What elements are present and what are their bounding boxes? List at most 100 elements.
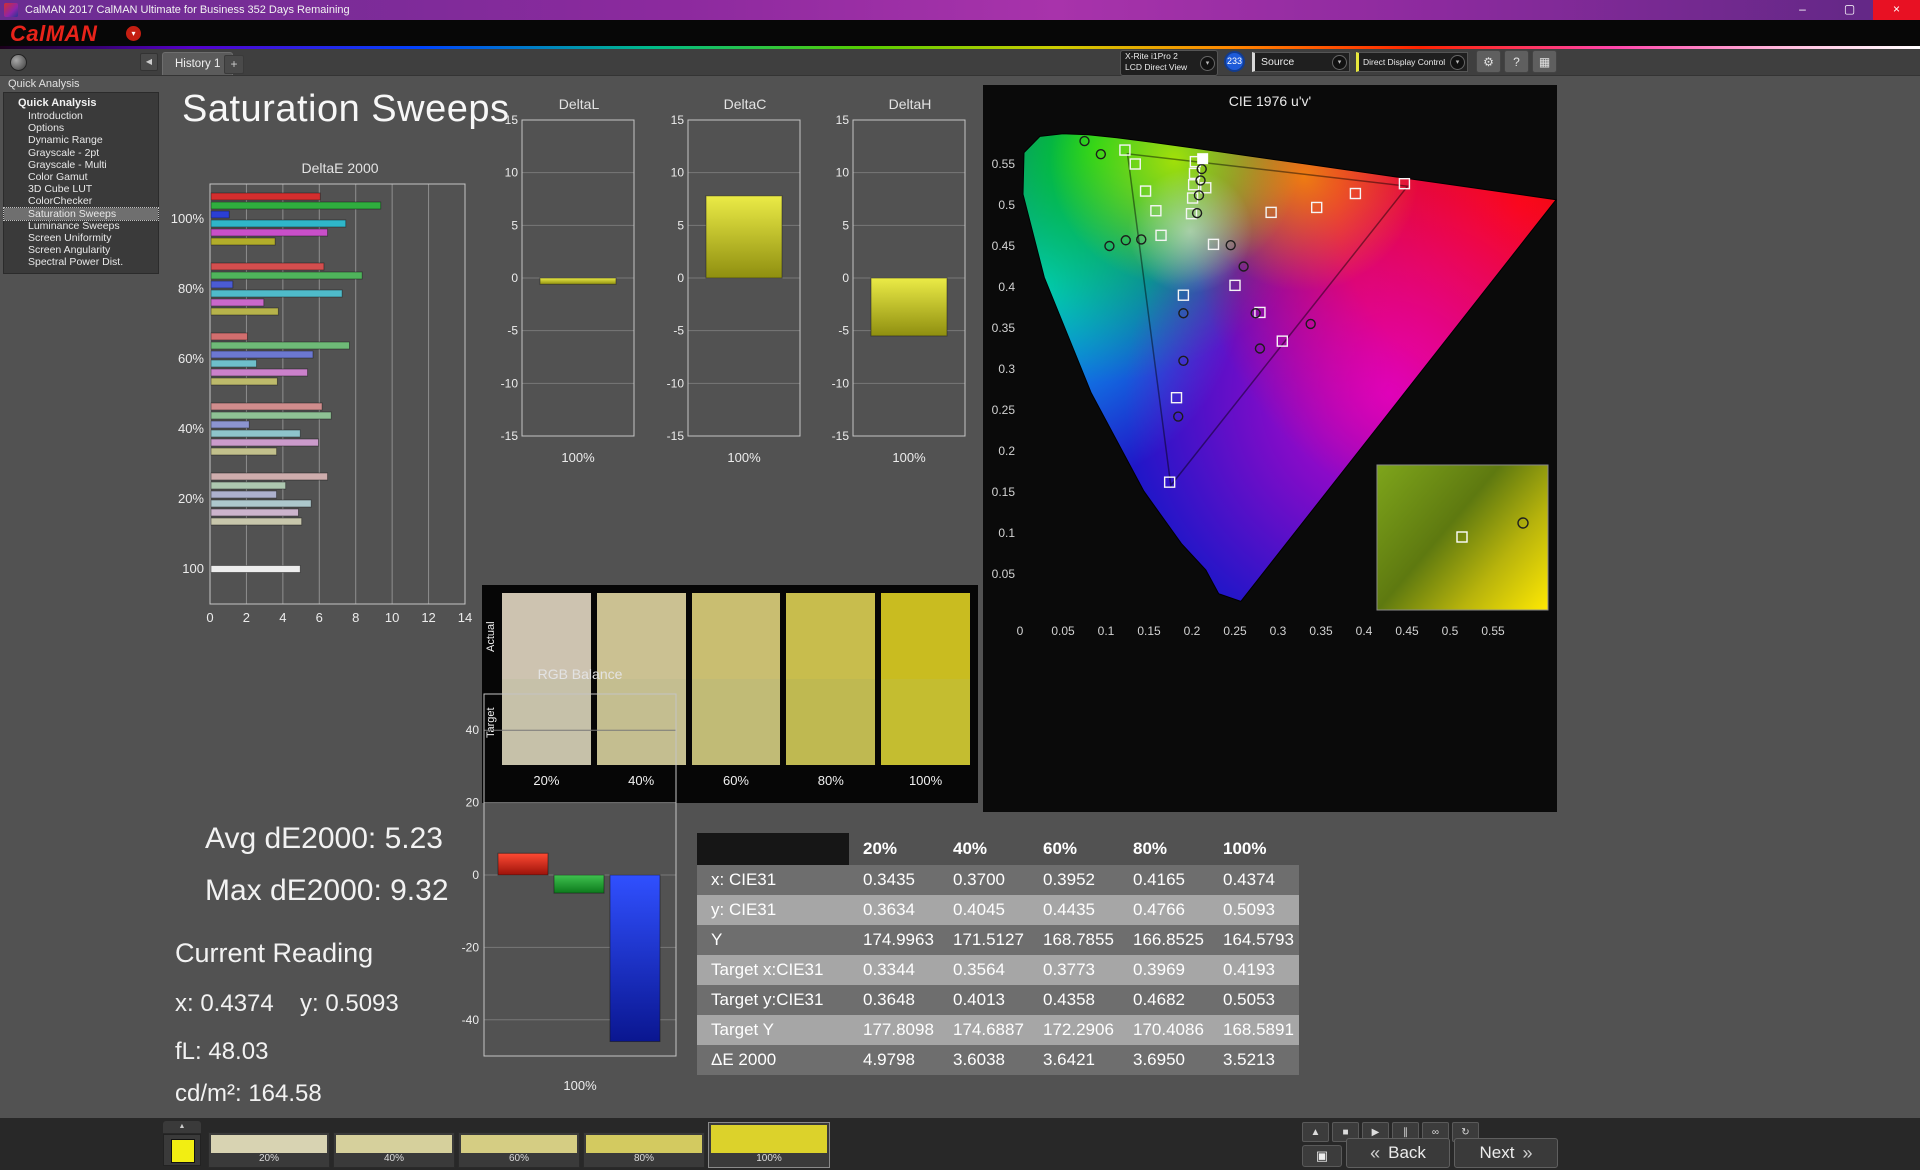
de-bar-magenta-40 (211, 439, 318, 446)
sidebar-item-color-gamut[interactable]: Color Gamut (4, 171, 158, 183)
analysis-tree: Quick AnalysisIntroductionOptionsDynamic… (3, 92, 159, 274)
window-controls: – ▢ × (1779, 0, 1920, 20)
sidebar-collapse-button[interactable]: ◀ (140, 53, 158, 71)
pattern-swatch-80[interactable]: 80% (583, 1132, 705, 1168)
cell: 0.5053 (1209, 985, 1299, 1015)
de-bar-yellow-60 (211, 378, 277, 385)
svg-text:2: 2 (243, 610, 250, 625)
sidebar-item-introduction[interactable]: Introduction (4, 110, 158, 122)
svg-text:6: 6 (316, 610, 323, 625)
pattern-window-button[interactable]: ▣ (1302, 1145, 1342, 1167)
transport-eject-button[interactable]: ▲ (1302, 1122, 1329, 1142)
workspace-button[interactable]: ▦ (1532, 50, 1557, 73)
current-pattern-button[interactable] (163, 1134, 201, 1166)
col-header-80: 80% (1119, 833, 1209, 865)
tab-history-1[interactable]: History 1 (162, 52, 233, 75)
cell: 0.4193 (1209, 955, 1299, 985)
delta-c-chart: 151050-5-10-15100% (658, 114, 808, 471)
table-row-target-y-cie31: Target y:CIE310.36480.40130.43580.46820.… (697, 985, 1299, 1015)
measurement-table: 20%40%60%80%100%x: CIE310.34350.37000.39… (697, 833, 1299, 1075)
cell: 3.6038 (939, 1045, 1029, 1075)
sidebar-item-3d-cube-lut[interactable]: 3D Cube LUT (4, 183, 158, 195)
add-tab-button[interactable]: + (224, 55, 244, 74)
cell: 0.3773 (1029, 955, 1119, 985)
svg-text:0.55: 0.55 (1481, 624, 1505, 638)
cie-chart-title: CIE 1976 u'v' (983, 93, 1557, 109)
de-bar-red-40 (211, 403, 322, 410)
de-bar-green-20 (211, 482, 286, 489)
svg-text:0.4: 0.4 (998, 280, 1015, 294)
status-orb-icon[interactable] (10, 54, 27, 71)
back-button[interactable]: « Back (1346, 1138, 1450, 1168)
swatch-target-60 (692, 679, 781, 765)
sidebar-item-screen-angularity[interactable]: Screen Angularity (4, 244, 158, 256)
de-bar-yellow-40 (211, 448, 277, 455)
maximize-button[interactable]: ▢ (1826, 0, 1873, 20)
next-button[interactable]: Next » (1454, 1138, 1558, 1168)
svg-text:15: 15 (836, 114, 850, 127)
delta_c-bar (706, 196, 782, 278)
svg-text:100%: 100% (171, 211, 205, 226)
svg-text:0.05: 0.05 (992, 567, 1016, 581)
pattern-swatch-label: 60% (461, 1153, 577, 1165)
calman-logo[interactable]: CalMAN (10, 21, 97, 47)
sidebar-item-options[interactable]: Options (4, 122, 158, 134)
swatch-column-100: 100% (881, 593, 970, 799)
svg-text:0: 0 (472, 868, 479, 882)
de-bar-blue-100 (211, 211, 229, 218)
de-bar-blue-60 (211, 351, 313, 358)
pattern-swatch-20[interactable]: 20% (208, 1132, 330, 1168)
svg-text:10: 10 (385, 610, 399, 625)
pattern-swatch-40[interactable]: 40% (333, 1132, 455, 1168)
col-header-60: 60% (1029, 833, 1119, 865)
rgb-bar-red (498, 853, 548, 875)
svg-text:0.1: 0.1 (998, 526, 1015, 540)
de-bar-green-40 (211, 412, 331, 419)
source-select[interactable]: Source ▾ (1252, 52, 1350, 72)
rgb-bar-green (554, 875, 604, 893)
logo-dropdown-icon[interactable]: ▾ (126, 26, 141, 41)
svg-text:0: 0 (842, 271, 849, 285)
svg-text:-5: -5 (507, 324, 518, 338)
display-control-select[interactable]: Direct Display Control ▾ (1356, 52, 1468, 72)
svg-text:100%: 100% (563, 1078, 597, 1093)
next-label: Next (1480, 1143, 1515, 1163)
current-reading-label: Current Reading (175, 938, 373, 969)
row-label: y: CIE31 (697, 895, 849, 925)
svg-text:0.25: 0.25 (1223, 624, 1247, 638)
svg-text:0.25: 0.25 (992, 403, 1016, 417)
pattern-swatch-60[interactable]: 60% (458, 1132, 580, 1168)
minimize-button[interactable]: – (1779, 0, 1826, 20)
de-bar-green-80 (211, 272, 362, 279)
pattern-tray-expand-button[interactable]: ▲ (163, 1121, 201, 1133)
max-de2000-readout: Max dE2000: 9.32 (205, 874, 449, 908)
help-button[interactable]: ? (1504, 50, 1529, 73)
sidebar-item-spectral-power-dist[interactable]: Spectral Power Dist. (4, 256, 158, 268)
svg-text:60%: 60% (178, 351, 204, 366)
meter-select[interactable]: X-Rite i1Pro 2 LCD Direct View ▾ (1120, 50, 1218, 76)
sidebar-item-dynamic-range[interactable]: Dynamic Range (4, 134, 158, 146)
pattern-swatch-row: 20%40% 60% 80%100% (208, 1122, 830, 1168)
cell: 0.4358 (1029, 985, 1119, 1015)
sidebar-item-grayscale-2pt[interactable]: Grayscale - 2pt (4, 147, 158, 159)
sidebar-item-saturation-sweeps[interactable]: Saturation Sweeps (4, 208, 158, 220)
chevron-down-icon[interactable]: ▾ (1200, 56, 1215, 71)
sidebar-item-colorchecker[interactable]: ColorChecker (4, 195, 158, 207)
pattern-swatch-100[interactable]: 100% (708, 1122, 830, 1168)
svg-text:0: 0 (206, 610, 213, 625)
pattern-swatch-color (461, 1135, 577, 1153)
sidebar-item-grayscale-multi[interactable]: Grayscale - Multi (4, 159, 158, 171)
cell: 3.6421 (1029, 1045, 1119, 1075)
chevron-down-icon[interactable]: ▾ (1450, 55, 1465, 70)
tree-root-quick-analysis[interactable]: Quick Analysis (4, 96, 158, 110)
cell: 0.4435 (1029, 895, 1119, 925)
chevron-down-icon[interactable]: ▾ (1332, 55, 1347, 70)
sidebar-item-screen-uniformity[interactable]: Screen Uniformity (4, 232, 158, 244)
svg-text:100%: 100% (727, 450, 761, 465)
close-button[interactable]: × (1873, 0, 1920, 20)
sidebar-item-luminance-sweeps[interactable]: Luminance Sweeps (4, 220, 158, 232)
row-label: Y (697, 925, 849, 955)
svg-text:4: 4 (279, 610, 286, 625)
settings-gear-button[interactable]: ⚙ (1476, 50, 1501, 73)
svg-text:0.4: 0.4 (1356, 624, 1373, 638)
